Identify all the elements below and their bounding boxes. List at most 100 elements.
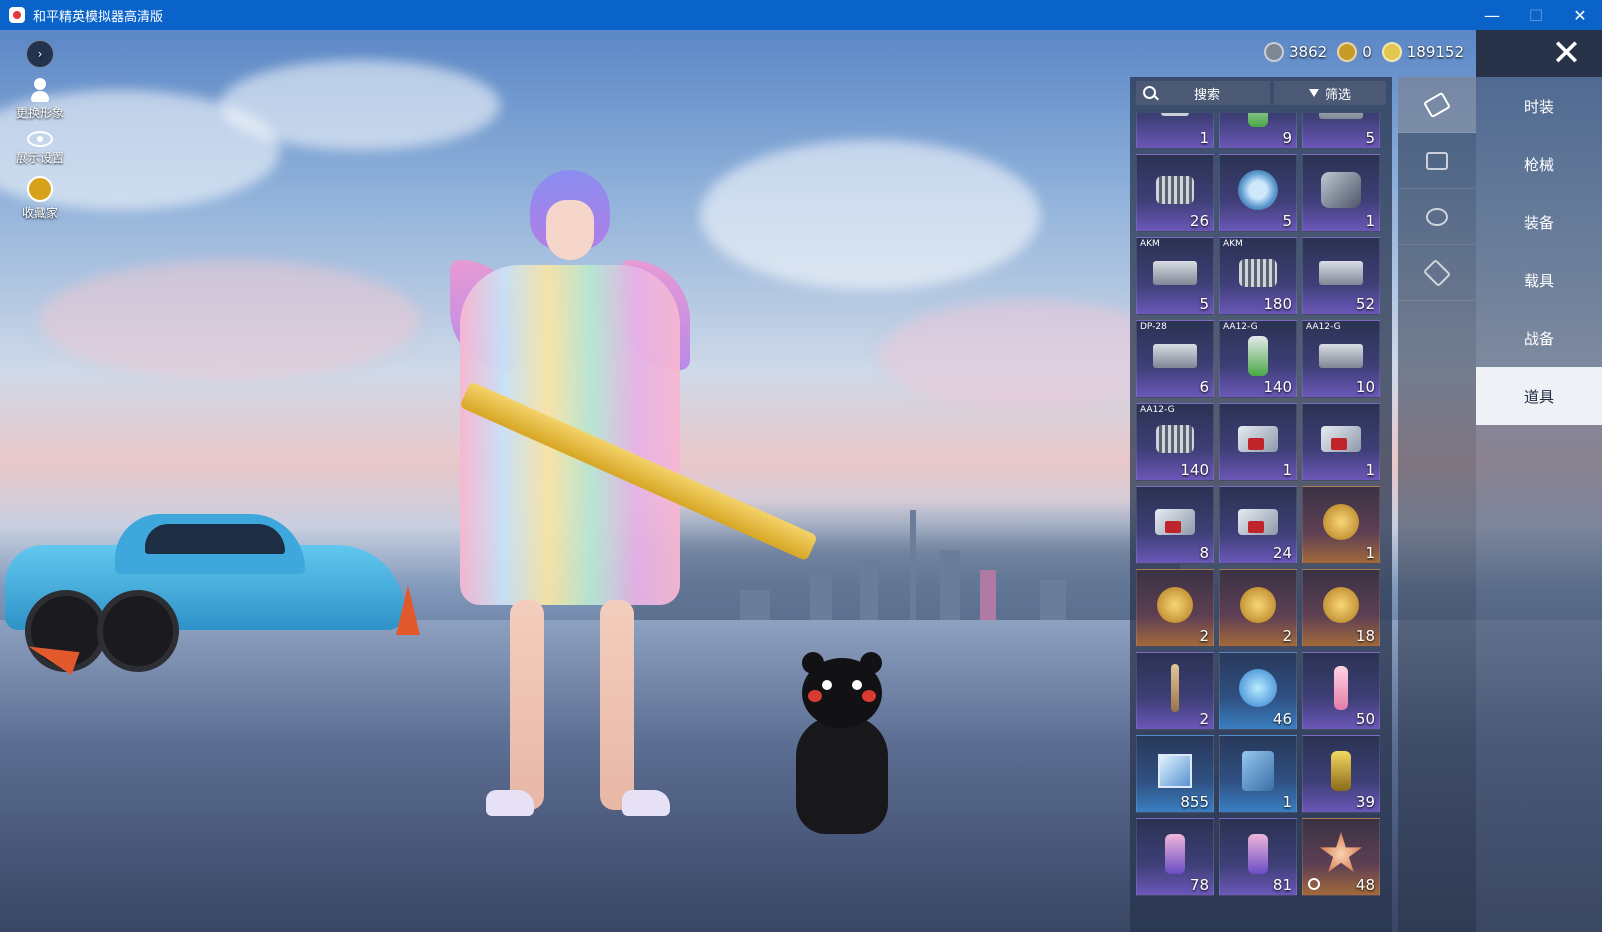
inventory-item[interactable]: 1 (1219, 735, 1297, 813)
item-quantity: 1 (1199, 129, 1209, 147)
inventory-item[interactable]: 26 (1136, 154, 1214, 232)
display-settings-label: 展示设置 (15, 151, 64, 165)
sports-car (5, 510, 410, 672)
crate-icon (1319, 113, 1363, 119)
inventory-item[interactable]: 52 (1302, 237, 1380, 315)
inventory-item[interactable]: 18 (1302, 569, 1380, 647)
bat-icon (1171, 663, 1179, 712)
inventory-item[interactable]: 9 (1219, 113, 1297, 149)
nav-items[interactable]: 道具 (1476, 367, 1602, 425)
gold-coin-icon (1381, 42, 1402, 62)
left-toolbar: › 更换形象 展示设置 收藏家 (10, 40, 70, 231)
close-icon[interactable]: ✕ (1543, 30, 1590, 77)
nav-fashion[interactable]: 时装 (1476, 77, 1602, 135)
sub-category-cards[interactable] (1398, 77, 1476, 133)
inventory-item[interactable]: 48 (1302, 818, 1380, 896)
change-appearance-tool[interactable]: 更换形象 (10, 78, 70, 121)
sub-category-tickets[interactable] (1398, 245, 1476, 301)
inventory-item[interactable]: 5 (1302, 113, 1380, 149)
item-quantity: 2 (1199, 710, 1209, 728)
inventory-item[interactable]: 5 (1219, 154, 1297, 232)
inventory-item[interactable]: 2 (1136, 652, 1214, 730)
avatar-icon (29, 78, 51, 104)
inventory-item[interactable]: 39 (1302, 735, 1380, 813)
item-quantity: 46 (1272, 710, 1292, 728)
car-window (145, 524, 285, 554)
token-coin-icon (1337, 42, 1358, 62)
spray-can-icon (1248, 335, 1268, 376)
inventory-item[interactable]: 46 (1219, 652, 1297, 730)
gold-card-2hour-icon (1323, 586, 1359, 623)
inventory-item[interactable]: 2 (1219, 569, 1297, 647)
sub-category-effects[interactable] (1398, 189, 1476, 245)
item-quantity: 48 (1355, 876, 1375, 894)
minimize-button[interactable]: — (1470, 0, 1514, 30)
skyscraper (940, 550, 960, 630)
cloud (220, 60, 500, 150)
search-label: 搜索 (1194, 87, 1221, 103)
inventory-item[interactable]: 1 (1302, 154, 1380, 232)
parts-icon (1321, 171, 1361, 208)
nav-supplies[interactable]: 战备 (1476, 309, 1602, 367)
character-face (546, 200, 594, 260)
inventory-item[interactable]: 2 (1136, 569, 1214, 647)
inventory-item[interactable]: DP-28 6 (1136, 320, 1214, 398)
item-quantity: 81 (1272, 876, 1292, 894)
inventory-item[interactable]: 1 (1136, 113, 1214, 149)
inventory-item[interactable]: 24 (1219, 486, 1297, 564)
chevron-right-icon[interactable]: › (26, 40, 54, 68)
inventory-item[interactable]: 1 (1302, 403, 1380, 481)
item-quantity: 140 (1263, 378, 1292, 396)
close-window-button[interactable]: ✕ (1558, 0, 1602, 30)
inventory-item[interactable]: 81 (1219, 818, 1297, 896)
currency-gold-value: 189152 (1406, 43, 1464, 61)
gold-card-3day-icon (1240, 586, 1276, 623)
expand-tool[interactable]: › (10, 40, 70, 68)
currency-silver-value: 3862 (1289, 43, 1328, 61)
item-quantity: 18 (1355, 627, 1375, 645)
silver-coin-icon (1264, 42, 1284, 62)
capsule-icon (1248, 113, 1268, 127)
currency-bar: 3862 0 189152 (1254, 42, 1464, 62)
maximize-button[interactable]: ☐ (1514, 0, 1558, 30)
item-quantity: 5 (1199, 295, 1209, 313)
eye-icon (27, 131, 53, 147)
item-weapon-tag: AA12-G (1306, 322, 1341, 332)
nav-weapons[interactable]: 枪械 (1476, 135, 1602, 193)
item-quantity: 8 (1199, 544, 1209, 562)
filter-button[interactable]: 筛选 (1274, 81, 1386, 105)
paint-gun-icon (1248, 833, 1268, 874)
item-quantity: 855 (1180, 793, 1209, 811)
inventory-item[interactable]: AA12-G 140 (1136, 403, 1214, 481)
collector-tool[interactable]: 收藏家 (10, 176, 70, 221)
item-quantity: 39 (1355, 793, 1375, 811)
search-icon (1143, 86, 1156, 99)
inventory-item[interactable]: 8 (1136, 486, 1214, 564)
ticket-icon (1422, 258, 1452, 287)
item-quantity: 52 (1355, 295, 1375, 313)
sub-category-boxes[interactable] (1398, 133, 1476, 189)
item-quantity: 180 (1263, 295, 1292, 313)
nav-equipment[interactable]: 装备 (1476, 193, 1602, 251)
collector-badge-icon (27, 176, 53, 202)
character-leg (510, 600, 544, 810)
inventory-item[interactable]: 1 (1219, 403, 1297, 481)
inventory-item[interactable]: AA12-G 140 (1219, 320, 1297, 398)
inventory-item[interactable]: 855 (1136, 735, 1214, 813)
display-settings-tool[interactable]: 展示设置 (10, 131, 70, 166)
character-leg (600, 600, 634, 810)
character-shoe (622, 790, 670, 816)
filter-icon (1308, 89, 1319, 97)
nav-vehicles[interactable]: 载具 (1476, 251, 1602, 309)
inventory-item[interactable]: AA12-G 10 (1302, 320, 1380, 398)
item-quantity: 1 (1365, 544, 1375, 562)
inventory-item[interactable]: AKM 5 (1136, 237, 1214, 315)
search-input[interactable]: 搜索 (1136, 81, 1270, 105)
inventory-item[interactable]: 78 (1136, 818, 1214, 896)
inventory-item[interactable]: 50 (1302, 652, 1380, 730)
inventory-item[interactable]: 1 (1302, 486, 1380, 564)
box-icon (1426, 151, 1448, 170)
item-quantity: 5 (1365, 129, 1375, 147)
item-weapon-tag: AKM (1140, 239, 1160, 249)
inventory-item[interactable]: AKM 180 (1219, 237, 1297, 315)
